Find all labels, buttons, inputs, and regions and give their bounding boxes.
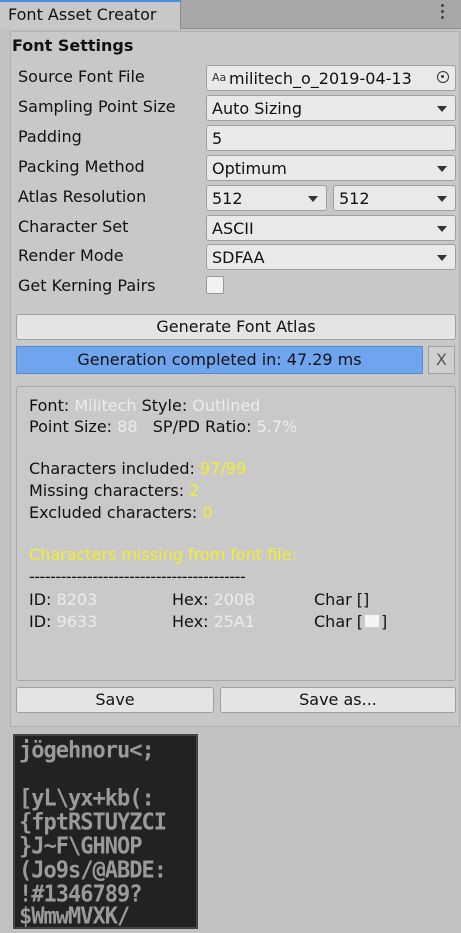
id-label: ID:	[29, 612, 52, 631]
font-asset-icon: Aa	[212, 71, 227, 84]
generate-font-atlas-button[interactable]: Generate Font Atlas	[16, 314, 456, 340]
render-mode-label: Render Mode	[18, 246, 124, 265]
atlas-width-dropdown[interactable]: 512	[206, 185, 327, 211]
dropdown-arrow-icon	[437, 196, 447, 202]
id-value: 8203	[56, 590, 98, 609]
padding-label: Padding	[18, 127, 82, 146]
atlas-glyph-row: jögehnoru<;	[19, 737, 155, 764]
missing-value: 2	[189, 481, 200, 500]
render-mode-dropdown[interactable]: SDFAA	[206, 244, 456, 270]
atlas-glyph-row: }J~F\GHNOP	[19, 833, 142, 860]
char-label: Char	[314, 590, 352, 609]
missing-characters-line: Missing characters: 2	[29, 481, 199, 500]
sampling-point-size-label: Sampling Point Size	[18, 97, 176, 116]
render-mode-value: SDFAA	[212, 248, 265, 267]
atlas-resolution-label: Atlas Resolution	[18, 187, 147, 206]
more-options-icon[interactable]	[441, 2, 445, 24]
get-kerning-pairs-checkbox[interactable]	[206, 276, 224, 294]
dropdown-arrow-icon	[437, 166, 447, 172]
packing-method-dropdown[interactable]: Optimum	[206, 155, 456, 181]
excluded-value: 0	[202, 503, 213, 522]
point-size-label: Point Size:	[29, 417, 113, 436]
tab-font-asset-creator[interactable]: Font Asset Creator	[0, 0, 181, 29]
missing-row: ID: 8203	[29, 590, 97, 609]
missing-header: Characters missing from font file:	[29, 545, 297, 564]
excluded-label: Excluded characters:	[29, 503, 198, 522]
id-value: 9633	[56, 612, 98, 631]
atlas-height-dropdown[interactable]: 512	[333, 185, 456, 211]
atlas-glyph-row: $WmwMVXK/	[19, 903, 130, 929]
dropdown-arrow-icon	[437, 226, 447, 232]
included-label: Characters included:	[29, 459, 195, 478]
ratio-label: SP/PD Ratio:	[152, 417, 252, 436]
id-label: ID:	[29, 590, 52, 609]
source-font-file-field[interactable]: Aa militech_o_2019-04-13	[206, 65, 456, 91]
point-size-line: Point Size: 88 SP/PD Ratio: 5.7%	[29, 417, 297, 436]
save-button[interactable]: Save	[16, 687, 214, 713]
character-set-dropdown[interactable]: ASCII	[206, 215, 456, 241]
source-font-file-label: Source Font File	[18, 67, 145, 86]
close-button[interactable]: X	[428, 346, 455, 374]
style-label: Style:	[141, 396, 188, 415]
font-line: Font: Militech Style: Outlined	[29, 396, 260, 415]
source-font-file-value: militech_o_2019-04-13	[229, 69, 412, 88]
section-title: Font Settings	[12, 36, 134, 55]
dropdown-arrow-icon	[308, 196, 318, 202]
character-set-label: Character Set	[18, 217, 129, 236]
tab-title: Font Asset Creator	[8, 5, 157, 24]
character-set-value: ASCII	[212, 219, 254, 238]
atlas-glyph-row: {fptRSTUYZCI	[19, 809, 167, 836]
dropdown-arrow-icon	[437, 255, 447, 261]
missing-row: ID: 9633	[29, 612, 97, 631]
atlas-glyph-row: [yL\yx+kb(:	[19, 785, 155, 812]
missing-row-hex: Hex: 25A1	[172, 612, 255, 631]
atlas-glyph-row: (Jo9s/@ABDE:	[19, 857, 167, 884]
atlas-width-value: 512	[212, 189, 243, 208]
characters-included-line: Characters included: 97/99	[29, 459, 246, 478]
font-atlas-preview: jögehnoru<; [yL\yx+kb(: {fptRSTUYZCI }J~…	[13, 734, 198, 929]
missing-row-char: Char []	[314, 612, 388, 631]
missing-row-char: Char []	[314, 590, 370, 609]
excluded-characters-line: Excluded characters: 0	[29, 503, 213, 522]
font-label: Font:	[29, 396, 70, 415]
packing-method-label: Packing Method	[18, 157, 145, 176]
progress-text: Generation completed in: 47.29 ms	[77, 350, 362, 369]
separator: ----------------------------------------…	[29, 567, 246, 586]
sampling-point-size-value: Auto Sizing	[212, 99, 302, 118]
font-info-box: Font: Militech Style: Outlined Point Siz…	[16, 386, 456, 681]
point-size-value: 88	[117, 417, 138, 436]
hex-value: 25A1	[213, 612, 256, 631]
get-kerning-pairs-label: Get Kerning Pairs	[18, 276, 156, 295]
ratio-value: 5.7%	[256, 417, 298, 436]
style-value: Outlined	[192, 396, 261, 415]
missing-glyph-icon	[364, 614, 381, 628]
missing-label: Missing characters:	[29, 481, 185, 500]
font-value: Militech	[74, 396, 137, 415]
char-label: Char	[314, 612, 352, 631]
atlas-height-value: 512	[339, 189, 370, 208]
dropdown-arrow-icon	[437, 106, 447, 112]
hex-label: Hex:	[172, 590, 209, 609]
object-picker-icon[interactable]	[437, 71, 449, 83]
hex-label: Hex:	[172, 612, 209, 631]
padding-input[interactable]: 5	[206, 125, 456, 151]
padding-value: 5	[212, 129, 223, 148]
missing-row-hex: Hex: 200B	[172, 590, 255, 609]
generation-progress-bar: Generation completed in: 47.29 ms	[16, 346, 423, 374]
included-value: 97/99	[200, 459, 247, 478]
sampling-point-size-dropdown[interactable]: Auto Sizing	[206, 95, 456, 121]
save-as-button[interactable]: Save as...	[220, 687, 456, 713]
packing-method-value: Optimum	[212, 159, 287, 178]
hex-value: 200B	[213, 590, 256, 609]
